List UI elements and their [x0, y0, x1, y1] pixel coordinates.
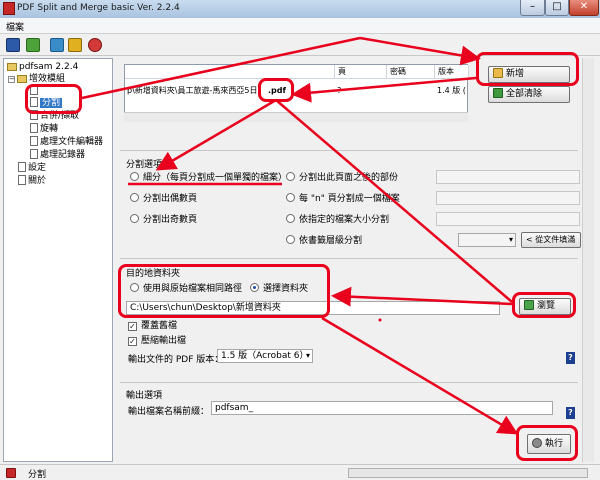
annotation-arrow	[331, 286, 513, 307]
annotation-arrow	[155, 98, 277, 171]
annotation-arrow	[275, 99, 513, 303]
annotation-arrow	[359, 36, 481, 66]
app-window: PDF Split and Merge basic Ver. 2.2.4 – □…	[0, 0, 600, 480]
annotation-arrow	[321, 316, 519, 435]
annotation-arrow	[291, 76, 477, 103]
annotation-arrows	[81, 36, 519, 435]
annotation-arrow	[81, 36, 361, 100]
annotation-dot	[378, 318, 382, 322]
